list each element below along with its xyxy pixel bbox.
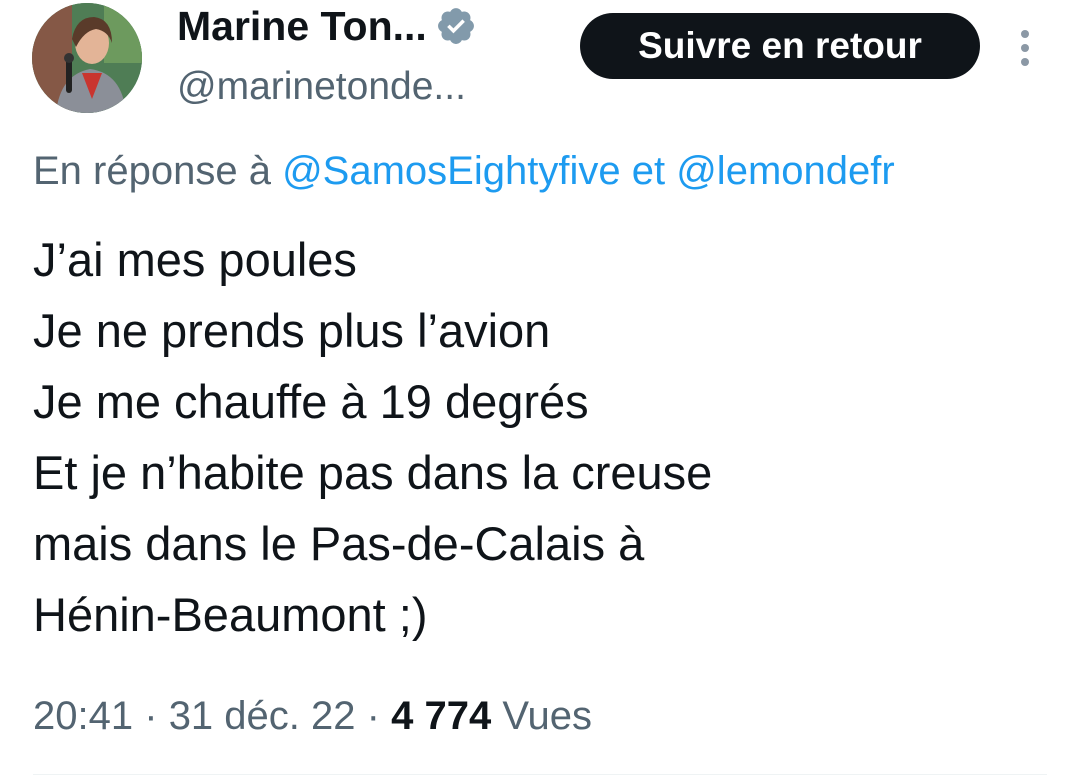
tweet-date[interactable]: 31 déc. 22	[169, 694, 356, 738]
author-handle[interactable]: @marinetonde...	[177, 64, 466, 110]
views-label[interactable]: Vues	[502, 694, 592, 738]
avatar[interactable]	[32, 3, 142, 113]
tweet-line: Je me chauffe à 19 degrés	[33, 375, 589, 428]
author-name-text: Marine Ton...	[177, 3, 427, 49]
tweet-line: J’ai mes poules	[33, 233, 357, 286]
divider	[33, 774, 1047, 775]
meta-separator: ·	[366, 694, 380, 738]
follow-back-button[interactable]: Suivre en retour	[580, 13, 980, 79]
tweet-time[interactable]: 20:41	[33, 694, 133, 738]
tweet-meta: 20:41 · 31 déc. 22 · 4 774 Vues	[33, 690, 592, 742]
reply-prefix: En réponse à	[33, 149, 271, 193]
author-display-name[interactable]: Marine Ton...	[177, 2, 477, 50]
tweet-text: J’ai mes poules Je ne prends plus l’avio…	[33, 224, 712, 650]
mention-link[interactable]: @lemondefr	[676, 149, 894, 193]
tweet-line: Je ne prends plus l’avion	[33, 304, 551, 357]
more-options-button[interactable]	[1010, 26, 1040, 70]
tweet-line: mais dans le Pas-de-Calais à	[33, 517, 645, 570]
mention-conjunction[interactable]: et	[632, 149, 665, 193]
verified-badge-icon	[435, 5, 477, 47]
reply-context: En réponse à @SamosEightyfive et @lemond…	[33, 146, 895, 196]
mention-link[interactable]: @SamosEightyfive	[282, 149, 621, 193]
meta-separator: ·	[144, 694, 158, 738]
tweet-line: Et je n’habite pas dans la creuse	[33, 446, 713, 499]
avatar-photo	[32, 3, 142, 113]
views-count[interactable]: 4 774	[391, 694, 491, 738]
tweet-line: Hénin-Beaumont ;)	[33, 588, 428, 641]
more-vertical-icon	[1021, 30, 1029, 66]
